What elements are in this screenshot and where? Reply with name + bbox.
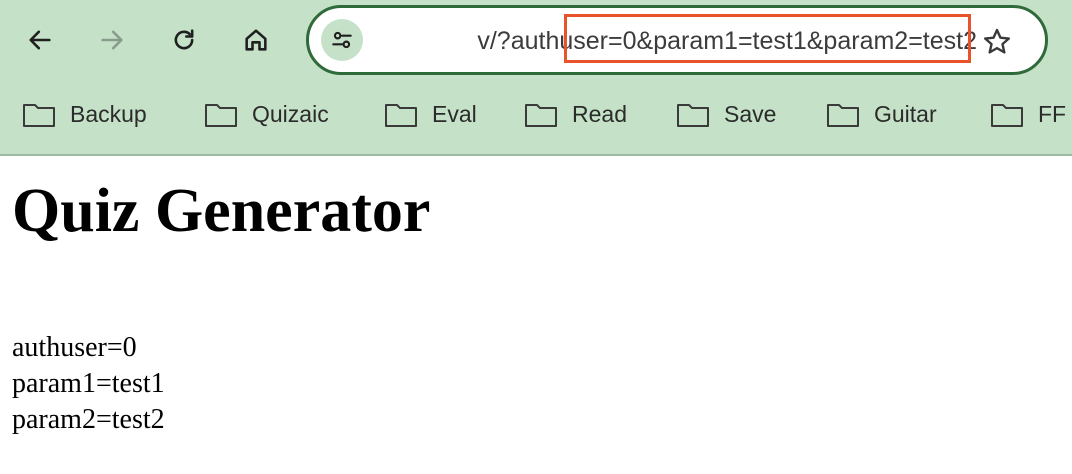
bookmark-label: Guitar: [874, 100, 937, 127]
bookmark-label: Quizaic: [252, 100, 329, 127]
reload-icon: [174, 29, 194, 50]
bookmark-ff[interactable]: FF: [990, 96, 1066, 132]
tune-icon: [332, 31, 352, 49]
bookmark-eval[interactable]: Eval: [384, 96, 477, 132]
bookmark-label: FF: [1038, 100, 1067, 127]
bookmark-backup[interactable]: Backup: [22, 96, 147, 132]
folder-icon: [23, 104, 55, 127]
folder-icon: [525, 104, 557, 127]
url-highlight-box: [564, 14, 971, 63]
param-param1: param1=test1: [12, 368, 165, 399]
folder-icon: [991, 104, 1023, 127]
param-param2: param2=test2: [12, 404, 165, 435]
bookmark-label: Read: [572, 100, 627, 127]
folder-icon: [205, 104, 237, 127]
bookmark-label: Eval: [432, 100, 477, 127]
folder-icon: [385, 104, 417, 127]
page-title: Quiz Generator: [12, 177, 431, 245]
bookmark-read[interactable]: Read: [524, 96, 627, 132]
params-list: authuser=0 param1=test1 param2=test2: [12, 330, 165, 438]
bookmark-quizaic[interactable]: Quizaic: [204, 96, 329, 132]
browser-chrome: v/?authuser=0&param1=test1&param2=test2 …: [0, 0, 1072, 156]
site-info-button[interactable]: [321, 19, 363, 61]
star-icon: [983, 28, 1011, 54]
bookmark-label: Save: [724, 100, 777, 127]
param-authuser: authuser=0: [12, 332, 137, 363]
address-bar[interactable]: v/?authuser=0&param1=test1&param2=test2: [306, 5, 1048, 75]
back-button[interactable]: [18, 18, 62, 62]
forward-button[interactable]: [90, 18, 134, 62]
arrow-left-icon: [29, 30, 51, 50]
folder-icon: [827, 104, 859, 127]
bookmark-star-button[interactable]: [979, 24, 1015, 60]
bookmark-save[interactable]: Save: [676, 96, 776, 132]
home-button[interactable]: [234, 18, 278, 62]
home-icon: [245, 29, 267, 51]
bookmark-label: Backup: [70, 100, 147, 127]
bookmark-guitar[interactable]: Guitar: [826, 96, 937, 132]
reload-button[interactable]: [162, 18, 206, 62]
folder-icon: [677, 104, 709, 127]
page-content: Quiz Generator: [12, 178, 430, 244]
arrow-right-icon: [101, 30, 123, 50]
